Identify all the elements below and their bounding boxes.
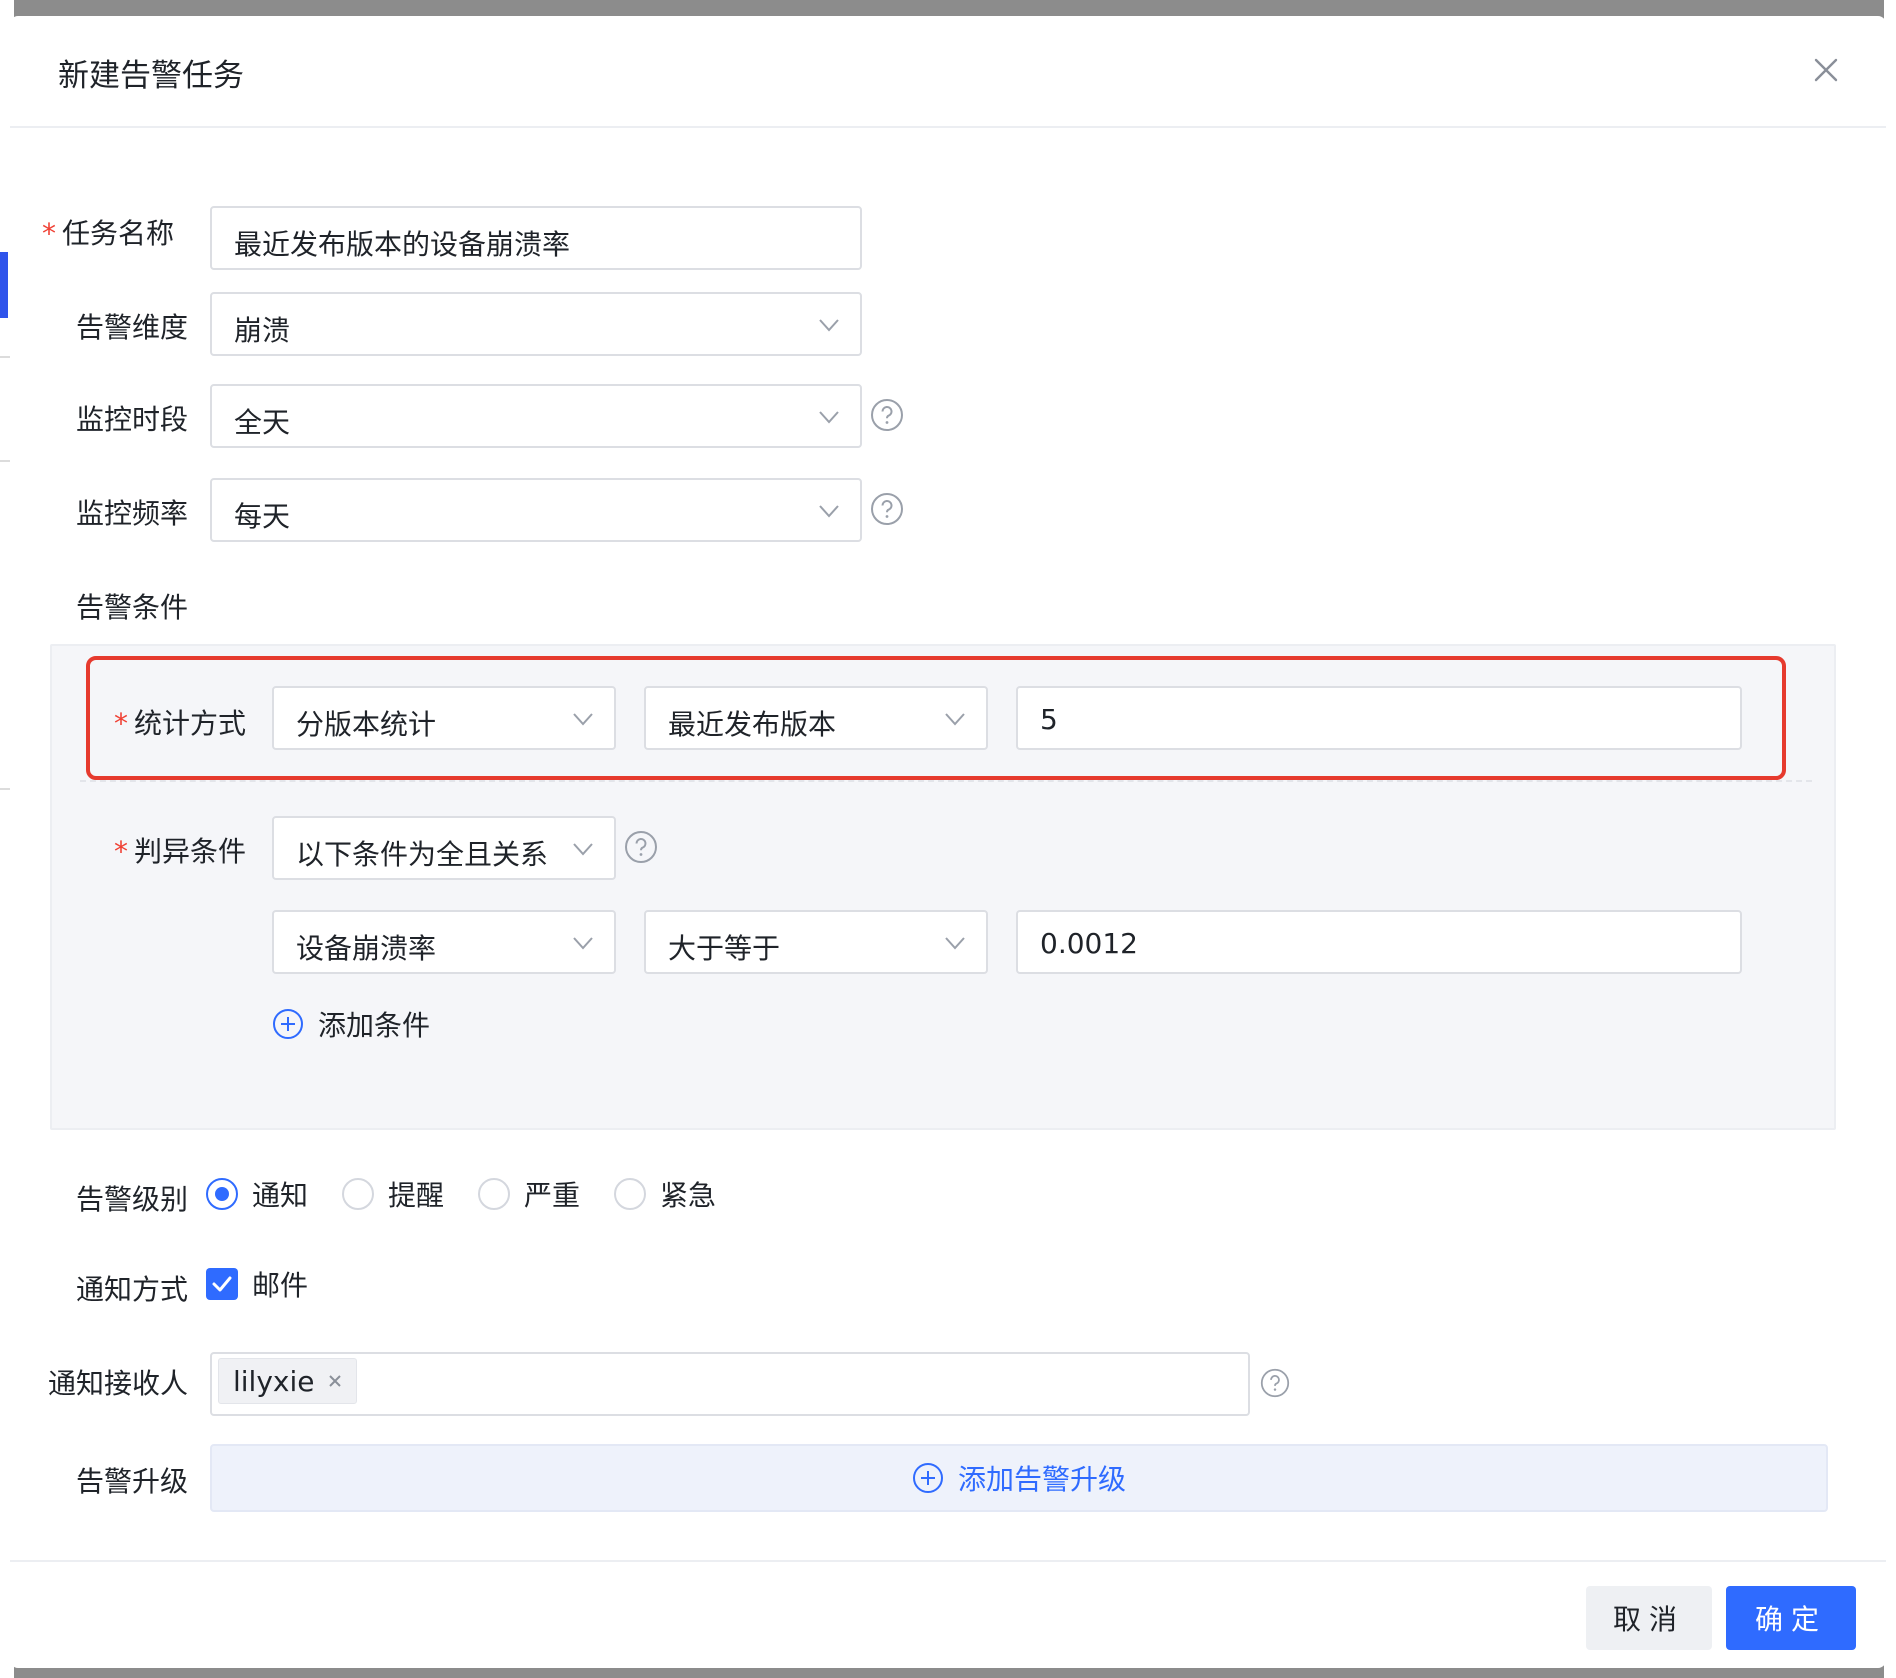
task-name-input[interactable]: 最近发布版本的设备崩溃率	[210, 206, 862, 270]
recipients-label: 通知接收人	[48, 1367, 189, 1400]
metric-value: 设备崩溃率	[296, 932, 437, 965]
close-icon[interactable]	[326, 1372, 344, 1390]
chevron-down-icon	[818, 318, 840, 332]
notify-method-label: 通知方式	[76, 1273, 189, 1306]
radio-reminder[interactable]: 提醒	[342, 1174, 444, 1214]
operator-value: 大于等于	[668, 932, 781, 965]
dialog-footer: 取消 确定	[10, 1560, 1886, 1668]
task-name-value: 最近发布版本的设备崩溃率	[234, 228, 571, 261]
stat-method-label: * 统计方式	[114, 707, 247, 740]
version-count-input[interactable]: 5	[1016, 686, 1742, 750]
plus-circle-icon	[912, 1462, 944, 1494]
operator-select[interactable]: 大于等于	[644, 910, 988, 974]
alert-level-label: 告警级别	[76, 1183, 189, 1216]
create-alert-dialog: 新建告警任务 * 任务名称 最近发布版本的设备崩溃率 告警维度 崩溃 监控时段 全…	[10, 16, 1886, 1668]
chevron-down-icon	[818, 504, 840, 518]
help-icon[interactable]	[870, 398, 904, 432]
monitor-frequency-label: 监控频率	[76, 497, 189, 530]
required-mark: *	[114, 707, 128, 740]
confirm-button[interactable]: 确定	[1726, 1586, 1856, 1650]
condition-relation-value: 以下条件为全且关系	[296, 838, 549, 871]
alert-level-radio-group: 通知 提醒 严重 紧急	[206, 1174, 750, 1214]
backdrop-accent	[0, 252, 8, 318]
metric-select[interactable]: 设备崩溃率	[272, 910, 616, 974]
email-checkbox[interactable]: 邮件	[206, 1264, 308, 1304]
chevron-down-icon	[944, 936, 966, 950]
dialog-title: 新建告警任务	[58, 58, 244, 94]
chevron-down-icon	[944, 712, 966, 726]
add-escalation-button[interactable]: 添加告警升级	[210, 1444, 1828, 1512]
required-mark: *	[114, 835, 128, 868]
help-icon[interactable]	[1260, 1368, 1290, 1398]
radio-button	[342, 1178, 375, 1210]
divider	[80, 780, 1812, 782]
stat-method-value: 分版本统计	[296, 708, 437, 741]
checkmark-icon	[206, 1268, 238, 1300]
chevron-down-icon	[572, 936, 594, 950]
alert-dimension-label: 告警维度	[76, 311, 189, 344]
chevron-down-icon	[818, 410, 840, 424]
monitor-frequency-value: 每天	[234, 500, 291, 533]
radio-label: 通知	[252, 1179, 309, 1212]
monitor-frequency-select[interactable]: 每天	[210, 478, 862, 542]
threshold-value: 0.0012	[1040, 927, 1138, 960]
stat-method-select[interactable]: 分版本统计	[272, 686, 616, 750]
radio-button	[614, 1178, 647, 1210]
add-condition-label: 添加条件	[318, 1009, 431, 1042]
radio-urgent[interactable]: 紧急	[614, 1174, 716, 1214]
monitor-period-select[interactable]: 全天	[210, 384, 862, 448]
radio-notice[interactable]: 通知	[206, 1174, 308, 1214]
plus-circle-icon	[272, 1008, 304, 1040]
email-checkbox-label: 邮件	[252, 1269, 309, 1302]
recipient-tag: lilyxie	[218, 1358, 358, 1404]
radio-button-checked	[206, 1178, 238, 1210]
judge-condition-label: * 判异条件	[114, 835, 247, 868]
help-icon[interactable]	[870, 492, 904, 526]
chevron-down-icon	[572, 712, 594, 726]
help-icon[interactable]	[624, 830, 658, 864]
dialog-header: 新建告警任务	[10, 16, 1886, 128]
task-name-label: * 任务名称	[42, 217, 175, 250]
threshold-input[interactable]: 0.0012	[1016, 910, 1742, 974]
radio-severe[interactable]: 严重	[478, 1174, 580, 1214]
version-scope-select[interactable]: 最近发布版本	[644, 686, 988, 750]
radio-label: 紧急	[660, 1179, 717, 1212]
alert-conditions-label: 告警条件	[76, 591, 189, 624]
monitor-period-value: 全天	[234, 406, 291, 439]
version-count-value: 5	[1040, 703, 1058, 736]
escalation-label: 告警升级	[76, 1465, 189, 1498]
add-escalation-label: 添加告警升级	[957, 1463, 1126, 1496]
condition-relation-select[interactable]: 以下条件为全且关系	[272, 816, 616, 880]
monitor-period-label: 监控时段	[76, 403, 189, 436]
cancel-button[interactable]: 取消	[1586, 1586, 1712, 1650]
chevron-down-icon	[572, 842, 594, 856]
alert-dimension-value: 崩溃	[234, 314, 291, 347]
radio-label: 提醒	[388, 1179, 445, 1212]
alert-dimension-select[interactable]: 崩溃	[210, 292, 862, 356]
add-condition-button[interactable]: 添加条件	[272, 1004, 430, 1044]
required-mark: *	[42, 217, 56, 250]
radio-button	[478, 1178, 511, 1210]
radio-label: 严重	[524, 1179, 581, 1212]
version-scope-value: 最近发布版本	[668, 708, 837, 741]
recipient-tag-label: lilyxie	[233, 1364, 315, 1398]
close-icon[interactable]	[1810, 54, 1842, 86]
recipients-input[interactable]	[210, 1352, 1250, 1416]
